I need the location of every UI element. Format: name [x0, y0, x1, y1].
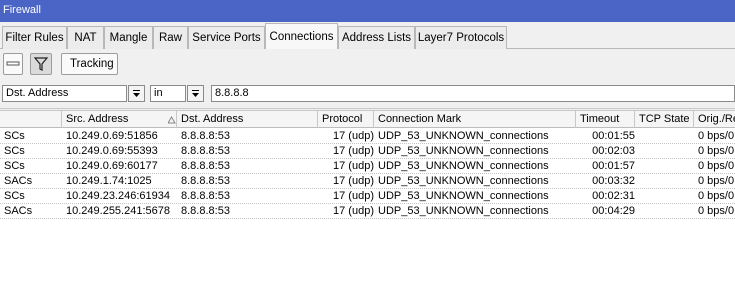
row-protocol: 17 (udp) [333, 130, 374, 142]
window-title: Firewall [0, 0, 735, 22]
row-dst-address: 8.8.8.8:53 [181, 160, 230, 172]
row-connection-mark: UDP_53_UNKNOWN_connections [378, 175, 549, 187]
row-orig-rate: 0 bps/0 [698, 175, 735, 187]
tab-bar: Filter Rules NAT Mangle Raw Service Port… [0, 22, 735, 50]
row-src-address: 10.249.1.74:1025 [66, 175, 152, 187]
header-comment[interactable] [0, 111, 62, 128]
row-tcp-state [639, 190, 693, 204]
tracking-button[interactable]: Tracking [61, 53, 118, 75]
row-comment: SCs [4, 130, 25, 142]
table-header: Src. Address Dst. Address Protocol Conne… [0, 111, 735, 128]
filter-value-input[interactable]: 8.8.8.8 [211, 85, 735, 102]
dropdown-arrow-icon [133, 90, 140, 97]
row-timeout: 00:01:57 [592, 160, 635, 172]
tab-mangle[interactable]: Mangle [104, 26, 153, 49]
row-src-address: 10.249.23.246:61934 [66, 190, 170, 202]
row-comment: SCs [4, 190, 25, 202]
row-dst-address: 8.8.8.8:53 [181, 145, 230, 157]
header-src-address[interactable]: Src. Address [62, 111, 177, 128]
header-connection-mark[interactable]: Connection Mark [374, 111, 576, 128]
row-connection-mark: UDP_53_UNKNOWN_connections [378, 130, 549, 142]
row-orig-rate: 0 bps/0 [698, 130, 735, 142]
row-protocol: 17 (udp) [333, 175, 374, 187]
row-dst-address: 8.8.8.8:53 [181, 205, 230, 217]
table-row[interactable]: SACs 10.249.1.74:1025 8.8.8.8:53 17 (udp… [0, 174, 735, 189]
table-row[interactable]: SCs 10.249.23.246:61934 8.8.8.8:53 17 (u… [0, 189, 735, 204]
minus-icon [6, 61, 20, 66]
tab-service-ports[interactable]: Service Ports [188, 26, 265, 49]
row-dst-address: 8.8.8.8:53 [181, 130, 230, 142]
row-src-address: 10.249.0.69:60177 [66, 160, 158, 172]
row-comment: SCs [4, 160, 25, 172]
filter-operator-dropdown[interactable] [187, 85, 204, 102]
header-timeout[interactable]: Timeout [576, 111, 635, 128]
row-protocol: 17 (udp) [333, 145, 374, 157]
row-comment: SACs [4, 205, 33, 217]
remove-button[interactable] [3, 53, 23, 75]
table-row[interactable]: SCs 10.249.0.69:60177 8.8.8.8:53 17 (udp… [0, 159, 735, 174]
row-orig-rate: 0 bps/0 [698, 160, 735, 172]
header-orig-rate[interactable]: Orig./Re [694, 111, 735, 128]
tab-raw[interactable]: Raw [153, 26, 188, 49]
row-comment: SCs [4, 145, 25, 157]
row-connection-mark: UDP_53_UNKNOWN_connections [378, 160, 549, 172]
table-row[interactable]: SCs 10.249.0.69:51856 8.8.8.8:53 17 (udp… [0, 129, 735, 144]
header-dst-address[interactable]: Dst. Address [177, 111, 318, 128]
row-protocol: 17 (udp) [333, 190, 374, 202]
row-tcp-state [639, 130, 693, 144]
row-timeout: 00:02:31 [592, 190, 635, 202]
tab-connections[interactable]: Connections [265, 23, 338, 50]
filter-field-dropdown[interactable] [128, 85, 145, 102]
tab-layer7-protocols[interactable]: Layer7 Protocols [415, 26, 507, 49]
filter-field-select[interactable]: Dst. Address [2, 85, 127, 102]
row-connection-mark: UDP_53_UNKNOWN_connections [378, 205, 549, 217]
row-timeout: 00:04:29 [592, 205, 635, 217]
table-row[interactable]: SCs 10.249.0.69:55393 8.8.8.8:53 17 (udp… [0, 144, 735, 159]
row-dst-address: 8.8.8.8:53 [181, 175, 230, 187]
row-orig-rate: 0 bps/0 [698, 145, 735, 157]
row-src-address: 10.249.0.69:51856 [66, 130, 158, 142]
row-dst-address: 8.8.8.8:53 [181, 190, 230, 202]
row-tcp-state [639, 175, 693, 189]
toolbar: Tracking [0, 49, 735, 79]
connections-table: Src. Address Dst. Address Protocol Conne… [0, 110, 735, 288]
tab-nat[interactable]: NAT [67, 26, 104, 49]
row-timeout: 00:03:32 [592, 175, 635, 187]
sort-arrow-icon [168, 116, 176, 124]
funnel-icon [33, 57, 49, 71]
row-tcp-state [639, 145, 693, 159]
row-protocol: 17 (udp) [333, 160, 374, 172]
filter-bar: Dst. Address in 8.8.8.8 [0, 79, 735, 109]
row-orig-rate: 0 bps/0 [698, 205, 735, 217]
filter-operator-select[interactable]: in [150, 85, 186, 102]
row-connection-mark: UDP_53_UNKNOWN_connections [378, 145, 549, 157]
row-src-address: 10.249.0.69:55393 [66, 145, 158, 157]
filter-button[interactable] [30, 53, 52, 75]
row-connection-mark: UDP_53_UNKNOWN_connections [378, 190, 549, 202]
tab-address-lists[interactable]: Address Lists [338, 26, 415, 49]
row-orig-rate: 0 bps/0 [698, 190, 735, 202]
row-tcp-state [639, 205, 693, 219]
row-src-address: 10.249.255.241:5678 [66, 205, 170, 217]
header-tcp-state[interactable]: TCP State [635, 111, 694, 128]
row-tcp-state [639, 160, 693, 174]
row-protocol: 17 (udp) [333, 205, 374, 217]
row-comment: SACs [4, 175, 33, 187]
tab-filter-rules[interactable]: Filter Rules [2, 26, 67, 49]
header-protocol[interactable]: Protocol [318, 111, 374, 128]
row-timeout: 00:02:03 [592, 145, 635, 157]
row-timeout: 00:01:55 [592, 130, 635, 142]
table-row[interactable]: SACs 10.249.255.241:5678 8.8.8.8:53 17 (… [0, 204, 735, 219]
dropdown-arrow-icon [192, 90, 199, 97]
